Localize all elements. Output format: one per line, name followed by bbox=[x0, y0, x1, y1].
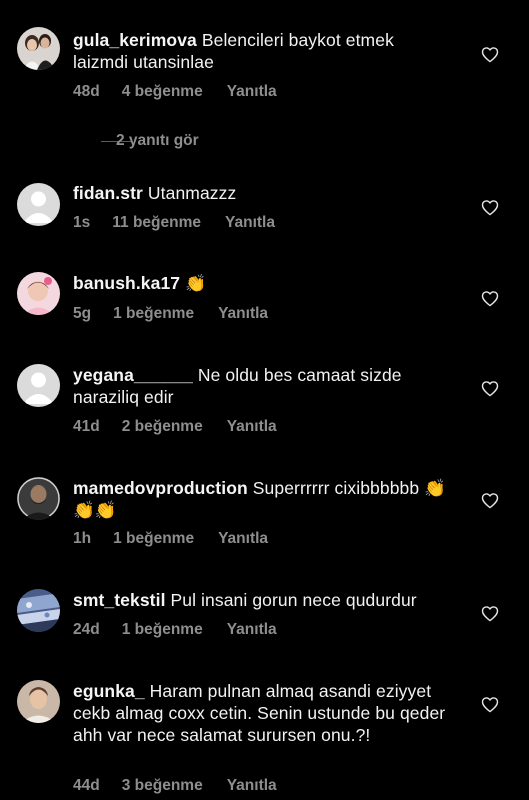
comment-time: 24d bbox=[73, 621, 100, 638]
comment-time: 1s bbox=[73, 214, 91, 231]
comment-likes[interactable]: 1 beğenme bbox=[113, 530, 194, 548]
comment-text: Utanmazzz bbox=[147, 183, 237, 203]
comment-body: yegana______ Ne oldu bes camaat sizde na… bbox=[73, 364, 453, 408]
reply-button[interactable]: Yanıtla bbox=[218, 530, 268, 548]
comment-time: 5g bbox=[73, 305, 92, 322]
comment-body: fidan.str Utanmazzz bbox=[73, 182, 453, 204]
comment-body: gula_kerimova Belencileri baykot etmek l… bbox=[73, 29, 453, 73]
comment-meta: 24d 1 beğenme Yanıtla bbox=[73, 621, 277, 639]
comment-likes[interactable]: 11 beğenme bbox=[112, 214, 201, 232]
comment-meta: 1s 11 beğenme Yanıtla bbox=[73, 214, 275, 232]
comment-body: mamedovproduction Superrrrrr cixibbbbbb … bbox=[73, 477, 453, 521]
heart-outline-icon[interactable] bbox=[481, 46, 499, 63]
avatar[interactable] bbox=[17, 477, 60, 520]
heart-outline-icon[interactable] bbox=[481, 696, 499, 713]
view-replies-label[interactable]: 2 yanıtı gör bbox=[116, 132, 199, 150]
comment-likes[interactable]: 1 beğenme bbox=[122, 621, 203, 639]
comment-body: egunka_ Haram pulnan almaq asandi eziyye… bbox=[73, 680, 453, 746]
avatar[interactable] bbox=[17, 589, 60, 632]
comment-username[interactable]: smt_tekstil bbox=[73, 590, 166, 610]
comment-username[interactable]: fidan.str bbox=[73, 183, 143, 203]
comment-time: 1h bbox=[73, 530, 92, 547]
comment-body: banush.ka17 👏 bbox=[73, 272, 453, 294]
comment-meta: 44d 3 beğenme Yanıtla bbox=[73, 777, 277, 795]
reply-button[interactable]: Yanıtla bbox=[227, 621, 277, 639]
heart-outline-icon[interactable] bbox=[481, 492, 499, 509]
comment-likes[interactable]: 3 beğenme bbox=[122, 777, 203, 795]
avatar[interactable] bbox=[17, 272, 60, 315]
comment-text: 👏 bbox=[185, 274, 207, 294]
reply-button[interactable]: Yanıtla bbox=[227, 418, 277, 436]
reply-button[interactable]: Yanıtla bbox=[227, 83, 277, 101]
comment-username[interactable]: mamedovproduction bbox=[73, 478, 248, 498]
comment-username[interactable]: banush.ka17 bbox=[73, 273, 180, 293]
comment-time: 41d bbox=[73, 418, 100, 435]
comment-meta: 41d 2 beğenme Yanıtla bbox=[73, 418, 277, 436]
comment-text: Pul insani gorun nece qudurdur bbox=[170, 590, 417, 610]
comment-likes[interactable]: 1 beğenme bbox=[113, 305, 194, 323]
comment-username[interactable]: egunka_ bbox=[73, 681, 145, 701]
avatar[interactable] bbox=[17, 680, 60, 723]
comment-meta: 48d 4 beğenme Yanıtla bbox=[73, 83, 277, 101]
comment-likes[interactable]: 4 beğenme bbox=[122, 83, 203, 101]
heart-outline-icon[interactable] bbox=[481, 290, 499, 307]
heart-outline-icon[interactable] bbox=[481, 380, 499, 397]
avatar[interactable] bbox=[17, 183, 60, 226]
reply-button[interactable]: Yanıtla bbox=[218, 305, 268, 323]
comment-likes[interactable]: 2 beğenme bbox=[122, 418, 203, 436]
avatar[interactable] bbox=[17, 364, 60, 407]
comment-time: 48d bbox=[73, 83, 100, 100]
comment-username[interactable]: gula_kerimova bbox=[73, 30, 197, 50]
comment-username[interactable]: yegana______ bbox=[73, 365, 193, 385]
heart-outline-icon[interactable] bbox=[481, 199, 499, 216]
comment-body: smt_tekstil Pul insani gorun nece qudurd… bbox=[73, 589, 453, 611]
comment-meta: 1h 1 beğenme Yanıtla bbox=[73, 530, 268, 548]
heart-outline-icon[interactable] bbox=[481, 605, 499, 622]
avatar[interactable] bbox=[17, 27, 60, 70]
reply-button[interactable]: Yanıtla bbox=[227, 777, 277, 795]
reply-button[interactable]: Yanıtla bbox=[225, 214, 275, 232]
comment-time: 44d bbox=[73, 777, 100, 794]
comment-meta: 5g 1 beğenme Yanıtla bbox=[73, 305, 268, 323]
